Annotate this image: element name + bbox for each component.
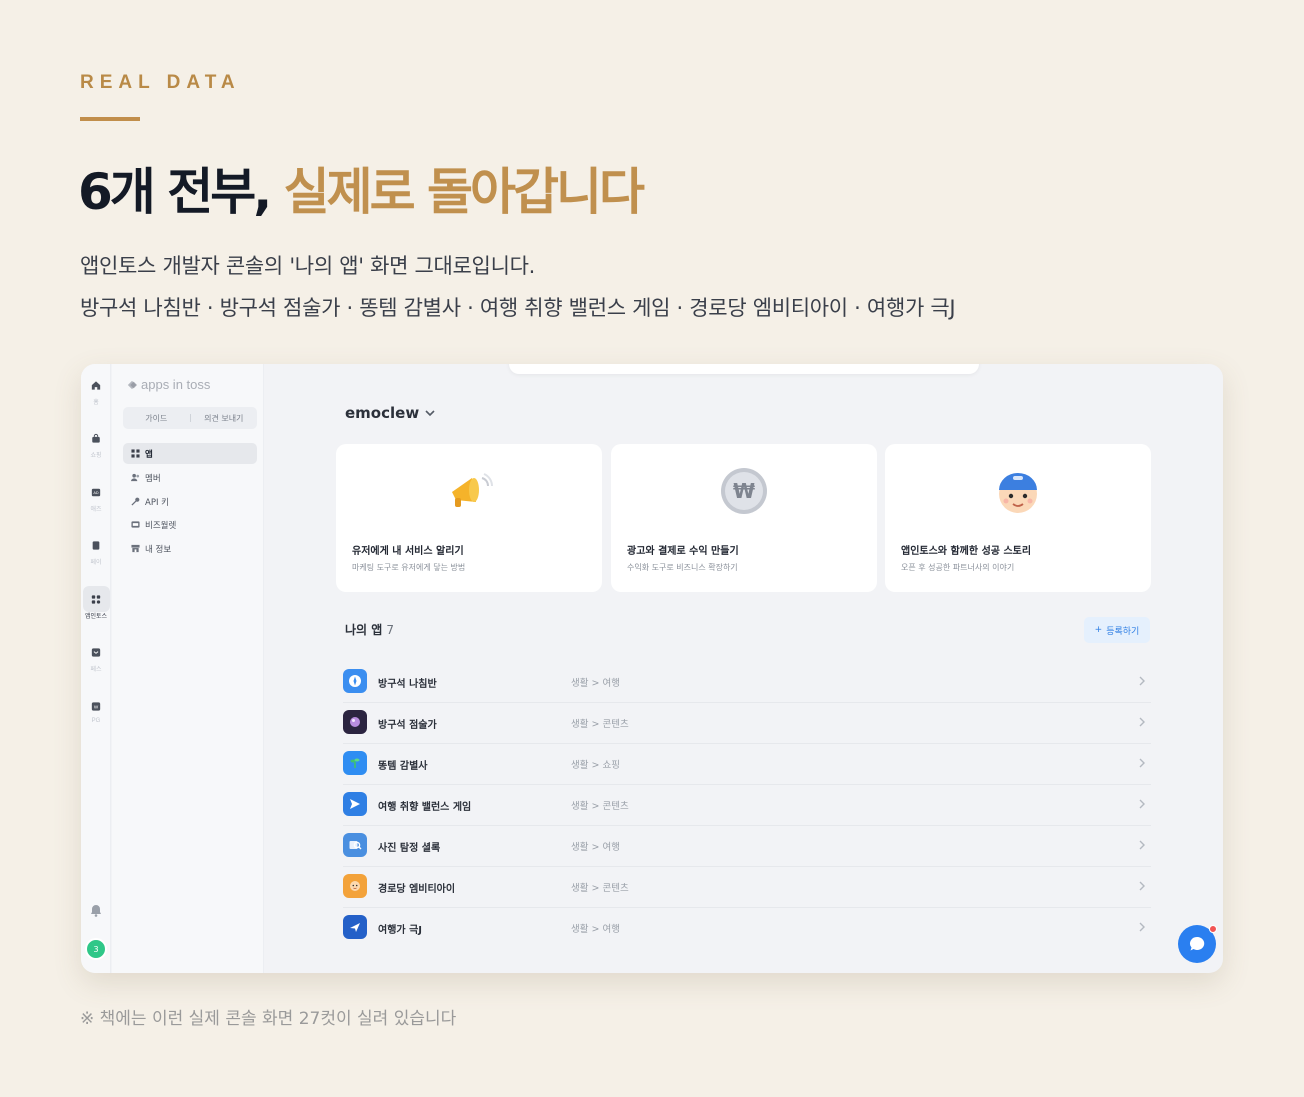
plus-icon: + <box>1094 625 1103 635</box>
top-toast <box>509 364 979 374</box>
title-accent: 실제로 돌아갑니다 <box>283 163 645 221</box>
sidebar-item-api-key[interactable]: API 키 <box>123 491 257 512</box>
wallet-icon <box>91 540 101 550</box>
sidebar-item-apps[interactable]: 앱 <box>123 443 257 464</box>
rail-item-ads[interactable]: AD 애즈 <box>81 487 111 513</box>
apps-in-toss-logo[interactable]: apps in toss <box>126 377 210 392</box>
members-icon <box>131 473 140 482</box>
sidebar-item-members[interactable]: 멤버 <box>123 467 257 488</box>
notification-dot <box>1209 925 1217 933</box>
wallet-card-icon <box>131 520 140 529</box>
avatar[interactable]: 3 <box>85 938 107 960</box>
app-row[interactable]: 여행가 극J 생활 > 여행 <box>343 908 1151 949</box>
card-promote-service[interactable]: 유저에게 내 서비스 알리기 마케팅 도구로 유저에게 닿는 방법 <box>336 444 602 592</box>
register-app-button[interactable]: + 등록하기 <box>1084 617 1150 643</box>
sprout-icon <box>343 751 367 775</box>
pg-icon: W <box>91 701 101 711</box>
home-icon <box>91 380 101 390</box>
my-apps-heading: 나의 앱7 <box>345 623 394 637</box>
footnote: ※ 책에는 이런 실제 콘솔 화면 27컷이 실려 있습니다 <box>80 1009 457 1029</box>
rail-item-appsintoss[interactable]: 앱인토스 <box>81 594 111 620</box>
page-title: 6개 전부, 실제로 돌아갑니다 <box>78 152 645 224</box>
logo-mark-icon <box>127 380 137 389</box>
guide-button[interactable]: 가이드 <box>123 413 190 424</box>
shopping-bag-icon <box>91 433 101 443</box>
rail-item-pg[interactable]: W PG <box>81 701 111 724</box>
chevron-right-icon <box>1139 676 1145 686</box>
apps-grid-icon <box>91 594 101 604</box>
sidebar-item-bizwallet[interactable]: 비즈월렛 <box>123 514 257 535</box>
sidebar-button-group: 가이드 의견 보내기 <box>123 407 257 429</box>
bell-icon[interactable] <box>90 902 102 917</box>
subtitle-line-1: 앱인토스 개발자 콘솔의 '나의 앱' 화면 그대로입니다. <box>80 254 535 278</box>
rail-item-shopping[interactable]: 쇼핑 <box>81 433 111 459</box>
chevron-right-icon <box>1139 799 1145 809</box>
console-screenshot: 홈 쇼핑 AD 애즈 페이 앱인토스 페스 W PG 3 apps in tos… <box>81 364 1223 973</box>
svg-text:AD: AD <box>93 491 99 495</box>
global-rail: 홈 쇼핑 AD 애즈 페이 앱인토스 페스 W PG 3 <box>81 364 111 973</box>
coin-won-icon: ₩ <box>721 468 767 514</box>
rail-item-home[interactable]: 홈 <box>81 380 111 406</box>
feedback-button[interactable]: 의견 보내기 <box>191 413 258 424</box>
subtitle-line-2: 방구석 나침반 · 방구석 점술가 · 똥템 감별사 · 여행 취향 밸런스 게… <box>80 296 956 320</box>
my-apps-count: 7 <box>386 623 394 637</box>
eyebrow-underline <box>80 117 140 121</box>
logo-text: apps in toss <box>141 377 211 392</box>
chevron-right-icon <box>1139 922 1145 932</box>
sidebar-item-my-info[interactable]: 내 정보 <box>123 538 257 559</box>
card-monetization[interactable]: ₩ 광고와 결제로 수익 만들기 수익화 도구로 비즈니스 확장하기 <box>611 444 877 592</box>
grid-icon <box>131 449 140 458</box>
account-name: emoclew <box>345 404 420 422</box>
plane-icon <box>343 915 367 939</box>
chevron-down-icon <box>425 409 435 416</box>
elder-face-icon <box>343 874 367 898</box>
eyebrow: REAL DATA <box>80 72 241 93</box>
app-row[interactable]: 방구석 나침반 생활 > 여행 <box>343 662 1151 703</box>
rail-item-pay[interactable]: 페이 <box>81 540 111 566</box>
paper-plane-icon <box>343 792 367 816</box>
sidebar: apps in toss 가이드 의견 보내기 앱 멤버 API 키 비즈월렛 … <box>112 364 264 973</box>
crystal-ball-icon <box>343 710 367 734</box>
store-icon <box>131 544 140 553</box>
character-face-icon <box>999 473 1037 513</box>
chevron-right-icon <box>1139 717 1145 727</box>
app-row[interactable]: 여행 취향 밸런스 게임 생활 > 콘텐츠 <box>343 785 1151 826</box>
app-row[interactable]: 경로당 엠비티아이 생활 > 콘텐츠 <box>343 867 1151 908</box>
magnifier-photo-icon <box>343 833 367 857</box>
svg-text:₩: ₩ <box>733 479 755 503</box>
app-row[interactable]: 방구석 점술가 생활 > 콘텐츠 <box>343 703 1151 744</box>
megaphone-icon <box>452 473 493 507</box>
compass-icon <box>343 669 367 693</box>
title-dark: 6개 전부, <box>78 163 272 221</box>
account-switcher[interactable]: emoclew <box>345 404 435 422</box>
svg-text:W: W <box>94 704 99 709</box>
app-row[interactable]: 똥템 감별사 생활 > 쇼핑 <box>343 744 1151 785</box>
chevron-right-icon <box>1139 840 1145 850</box>
app-row[interactable]: 사진 탐정 셜록 생활 > 여행 <box>343 826 1151 867</box>
rail-item-pass[interactable]: 페스 <box>81 647 111 673</box>
chevron-right-icon <box>1139 758 1145 768</box>
chevron-right-icon <box>1139 881 1145 891</box>
card-success-story[interactable]: 앱인토스와 함께한 성공 스토리 오픈 후 성공한 파트너사의 이야기 <box>885 444 1151 592</box>
ads-icon: AD <box>91 487 101 497</box>
pass-icon <box>91 647 101 657</box>
key-icon <box>131 497 140 506</box>
chat-bubble-icon <box>1190 936 1205 951</box>
